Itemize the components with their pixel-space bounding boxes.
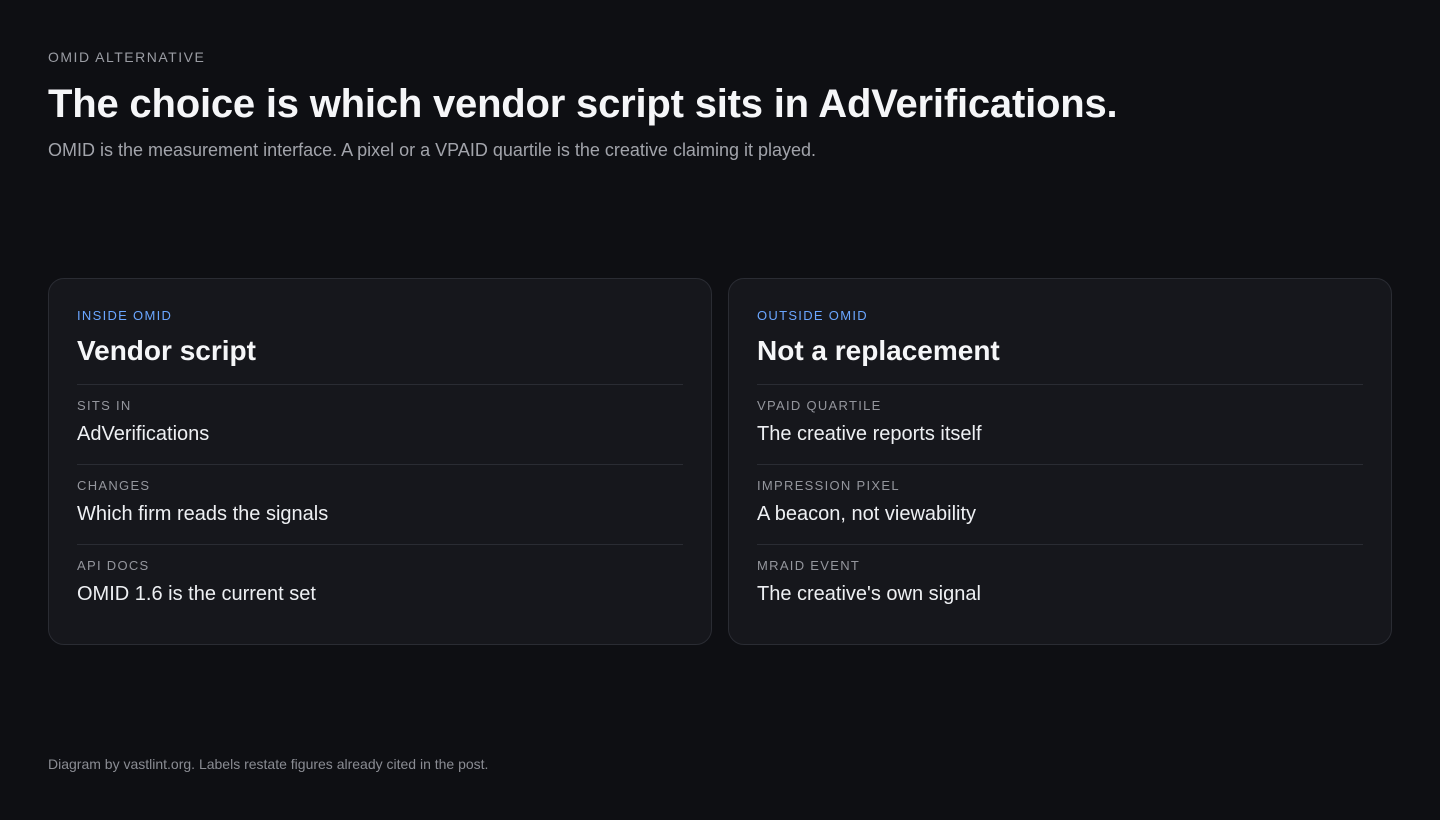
card-inside-omid: INSIDE OMID Vendor script SITS IN AdVeri…	[48, 278, 712, 645]
row-value: The creative's own signal	[757, 583, 981, 605]
row-label: SITS IN	[77, 398, 132, 413]
row-value: OMID 1.6 is the current set	[77, 583, 316, 605]
card-row-api-docs: API DOCS OMID 1.6 is the current set	[77, 544, 683, 624]
row-value: Which firm reads the signals	[77, 503, 329, 525]
comparison-cards: INSIDE OMID Vendor script SITS IN AdVeri…	[48, 278, 1392, 645]
card-title: Not a replacement	[757, 335, 1000, 366]
card-row-sits-in: SITS IN AdVerifications	[77, 384, 683, 464]
page-header: OMID ALTERNATIVE The choice is which ven…	[48, 48, 1392, 162]
card-row-vpaid-quartile: VPAID QUARTILE The creative reports itse…	[757, 384, 1363, 464]
page-title: The choice is which vendor script sits i…	[48, 82, 1118, 126]
row-label: API DOCS	[77, 558, 150, 573]
card-row-mraid-event: MRAID EVENT The creative's own signal	[757, 544, 1363, 624]
row-value: A beacon, not viewability	[757, 503, 977, 525]
card-row-changes: CHANGES Which firm reads the signals	[77, 464, 683, 544]
page-subtitle: OMID is the measurement interface. A pix…	[48, 140, 817, 160]
row-label: MRAID EVENT	[757, 558, 861, 573]
card-eyebrow: OUTSIDE OMID	[757, 308, 868, 323]
card-rows: VPAID QUARTILE The creative reports itse…	[757, 384, 1363, 624]
card-row-impression-pixel: IMPRESSION PIXEL A beacon, not viewabili…	[757, 464, 1363, 544]
row-label: IMPRESSION PIXEL	[757, 478, 900, 493]
row-label: VPAID QUARTILE	[757, 398, 882, 413]
row-label: CHANGES	[77, 478, 151, 493]
row-value: AdVerifications	[77, 423, 210, 445]
card-eyebrow: INSIDE OMID	[77, 308, 173, 323]
page-eyebrow: OMID ALTERNATIVE	[48, 49, 206, 65]
row-value: The creative reports itself	[757, 423, 982, 445]
card-title: Vendor script	[77, 335, 256, 366]
footer-credit: Diagram by vastlint.org. Labels restate …	[48, 756, 489, 772]
card-outside-omid: OUTSIDE OMID Not a replacement VPAID QUA…	[728, 278, 1392, 645]
card-rows: SITS IN AdVerifications CHANGES Which fi…	[77, 384, 683, 624]
